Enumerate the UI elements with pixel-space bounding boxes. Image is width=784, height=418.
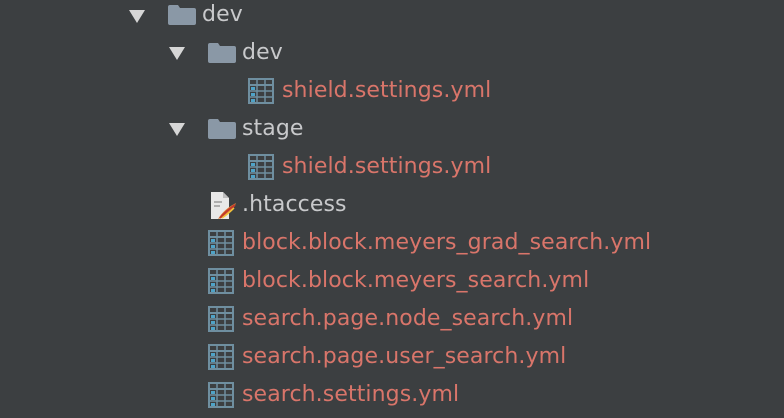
project-tree: dev dev shield.settings.yml stage shield… xyxy=(0,0,784,418)
tree-item-file[interactable]: block.block.meyers_grad_search.yml xyxy=(242,224,651,262)
folder-icon xyxy=(208,43,236,63)
table-file-icon xyxy=(208,344,234,370)
expand-dev-sub-chevron-down-icon[interactable] xyxy=(169,47,185,60)
tree-item-dev-subfolder[interactable]: dev xyxy=(242,34,283,72)
expand-dev-chevron-down-icon[interactable] xyxy=(129,10,145,23)
folder-icon xyxy=(168,5,196,25)
table-file-icon xyxy=(248,78,274,104)
table-file-icon xyxy=(208,230,234,256)
feather-file-icon xyxy=(208,191,238,221)
tree-item-dev-shield-settings[interactable]: shield.settings.yml xyxy=(282,72,491,110)
table-file-icon xyxy=(208,306,234,332)
folder-icon xyxy=(208,119,236,139)
tree-item-file[interactable]: block.block.meyers_search.yml xyxy=(242,262,589,300)
tree-item-file[interactable]: search.page.user_search.yml xyxy=(242,338,566,376)
table-file-icon xyxy=(248,154,274,180)
tree-item-stage-shield-settings[interactable]: shield.settings.yml xyxy=(282,148,491,186)
table-file-icon xyxy=(208,268,234,294)
tree-item-dev-folder[interactable]: dev xyxy=(202,0,243,34)
tree-item-file[interactable]: search.page.node_search.yml xyxy=(242,300,573,338)
tree-item-file[interactable]: search.settings.yml xyxy=(242,376,459,414)
expand-stage-chevron-down-icon[interactable] xyxy=(169,123,185,136)
tree-item-stage-folder[interactable]: stage xyxy=(242,110,304,148)
table-file-icon xyxy=(208,382,234,408)
tree-item-htaccess[interactable]: .htaccess xyxy=(242,186,347,224)
